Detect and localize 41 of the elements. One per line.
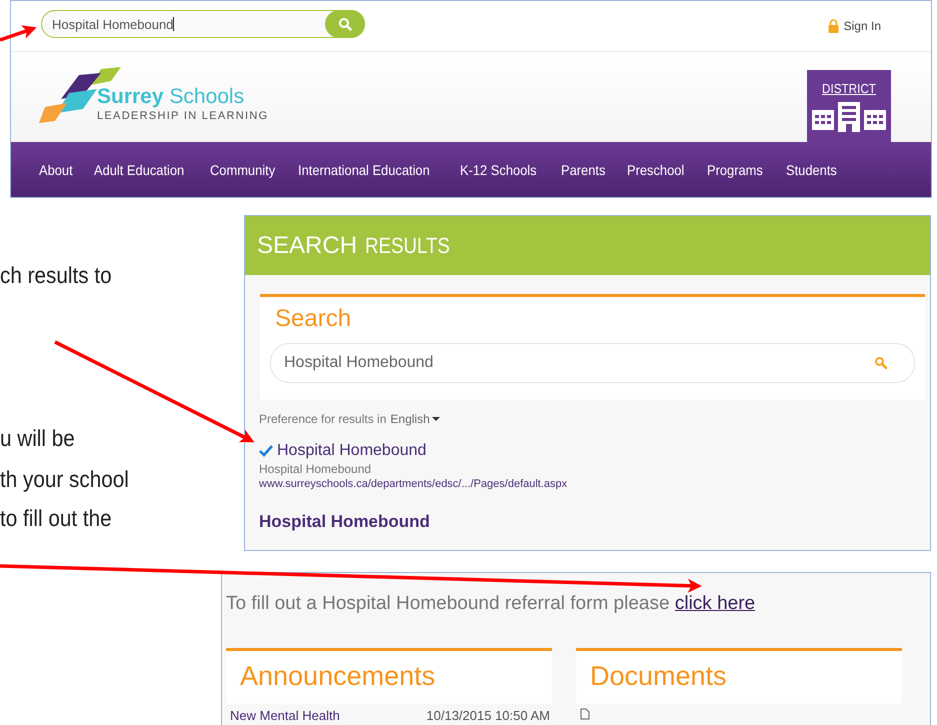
nav-link[interactable]: Adult Education: [94, 162, 184, 178]
lock-icon: [828, 19, 839, 33]
buildings-icon: [812, 102, 886, 132]
search-icon: [874, 356, 888, 370]
referral-text: To fill out a Hospital Homebound referral form please click here: [226, 593, 756, 615]
search-button[interactable]: [325, 10, 365, 38]
instruction-text: ch results to: [0, 262, 112, 289]
search-field[interactable]: Hospital Homebound: [41, 10, 365, 38]
instruction-text: to fill out the: [0, 505, 112, 532]
nav-link[interactable]: Programs: [707, 162, 764, 178]
nav-link[interactable]: About: [39, 162, 73, 178]
arrow: [0, 25, 37, 42]
nav-link[interactable]: K-12 Schools: [460, 162, 536, 178]
result-url: www.surreyschools.ca/departments/edsc/.../Pages/default.aspx: [259, 478, 568, 490]
card-heading: Announcements: [240, 661, 436, 691]
nav-link[interactable]: Students: [786, 162, 838, 178]
banner-title: SEARCH: [257, 232, 358, 260]
result-summary: Hospital Homebound: [259, 462, 372, 476]
document-icon: [580, 708, 590, 720]
preference-label: Preference for results in: [259, 412, 386, 426]
language-dropdown[interactable]: English: [390, 412, 440, 426]
search-heading: Search: [275, 305, 352, 333]
logo-name: Surrey Schools: [97, 86, 246, 107]
nav-link[interactable]: Parents: [560, 162, 606, 178]
announcement-link[interactable]: New Mental Health: [230, 708, 340, 723]
nav-link[interactable]: Preschool: [627, 162, 684, 178]
sign-in-link[interactable]: Sign In: [828, 19, 881, 33]
announcement-date: 10/13/2015 10:50 AM: [426, 708, 550, 723]
result-title-link[interactable]: Hospital Homebound: [277, 442, 426, 460]
search-icon: [338, 17, 352, 31]
district-link[interactable]: DISTRICT: [807, 70, 891, 142]
banner-title: RESULTS: [365, 232, 450, 258]
search-field[interactable]: Hospital Homebound: [270, 343, 915, 383]
nav-link[interactable]: Community: [210, 162, 275, 178]
result-title-link[interactable]: Hospital Homebound: [259, 512, 430, 532]
click-here-link[interactable]: click here: [674, 593, 756, 614]
logo-tagline: LEADERSHIP IN LEARNING: [97, 110, 268, 122]
instruction-text: u will be: [0, 425, 75, 452]
instruction-text: th your school: [0, 466, 129, 493]
card-heading: Documents: [590, 661, 727, 691]
nav-link[interactable]: International Education: [298, 162, 430, 178]
